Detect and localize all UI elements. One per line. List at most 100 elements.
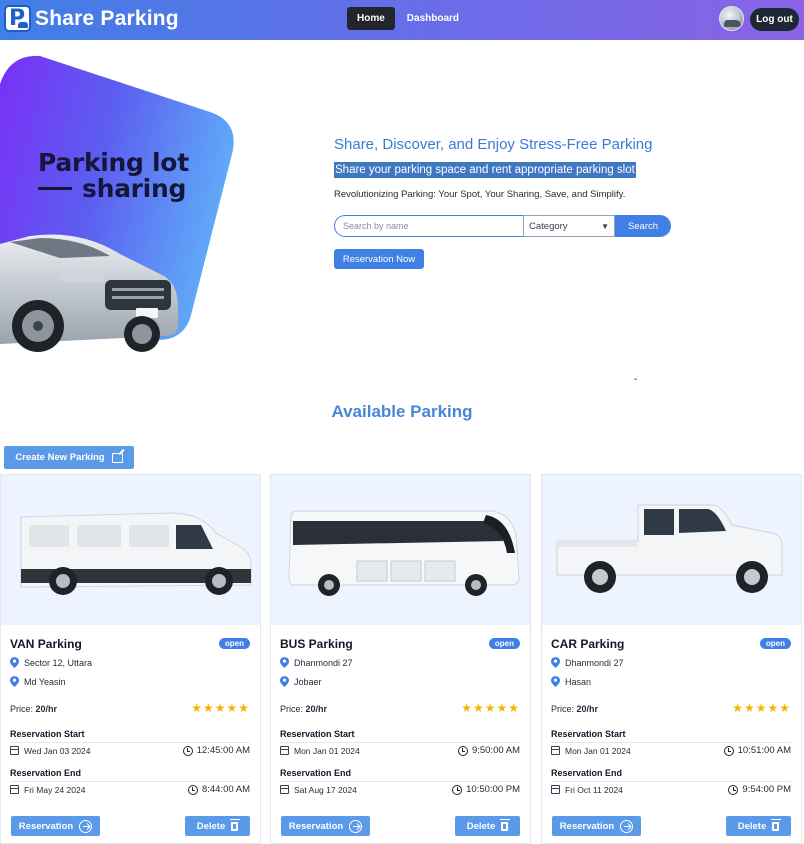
owner-line: Jobaer [280, 676, 322, 687]
divider [551, 742, 791, 743]
parking-title: VAN Parking [10, 637, 82, 651]
hero-graphic-subtitle-text: sharing [82, 174, 187, 203]
parking-card: BUS Parking open Dhanmondi 27 Jobaer Pri… [270, 474, 531, 844]
owner-line: Hasan [551, 676, 591, 687]
owner-line: Md Yeasin [10, 676, 66, 687]
reservation-start-row: Mon Jan 01 2024 10:51:00 AM [551, 745, 791, 756]
reservation-button[interactable]: Reservation [281, 816, 370, 836]
calendar-icon [280, 746, 289, 755]
delete-button[interactable]: Delete [455, 816, 520, 836]
chevron-down-icon: ▼ [601, 221, 609, 231]
clock-icon [187, 784, 198, 795]
category-select-value: Category [529, 220, 568, 232]
reservation-start-label: Reservation Start [551, 729, 626, 739]
star-rating: ★★★★★ [732, 701, 791, 715]
category-select[interactable]: Category ▼ [523, 215, 615, 237]
location-line: Dhanmondi 27 [551, 657, 624, 668]
reservation-button[interactable]: Reservation [11, 816, 100, 836]
status-badge: open [488, 638, 520, 649]
divider [10, 781, 250, 782]
trash-icon [499, 818, 510, 831]
hero-subtitle: Revolutionizing Parking: Your Spot, Your… [334, 189, 626, 200]
reservation-end-label: Reservation End [280, 768, 352, 778]
nav-link-home[interactable]: Home [347, 7, 395, 30]
clock-icon [182, 745, 193, 756]
user-avatar[interactable] [719, 6, 744, 31]
divider [280, 742, 520, 743]
hero-graphic-title: Parking lot [38, 148, 189, 177]
trash-icon [229, 818, 240, 831]
reservation-start-row: Mon Jan 01 2024 9:50:00 AM [280, 745, 520, 756]
trash-icon [770, 818, 781, 831]
reservation-button-label: Reservation [18, 820, 74, 832]
edit-icon [111, 452, 123, 463]
navbar: P Share Parking Home Dashboard Log out [0, 0, 804, 40]
end-date: Sat Aug 17 2024 [294, 784, 357, 795]
location-pin-icon [551, 676, 560, 687]
owner-text: Hasan [565, 676, 592, 687]
location-line: Dhanmondi 27 [280, 657, 353, 668]
search-button[interactable]: Search [615, 215, 671, 237]
reservation-now-button[interactable]: Reservation Now [334, 249, 424, 269]
divider [280, 781, 520, 782]
calendar-icon [10, 746, 19, 755]
clock-icon [452, 784, 463, 795]
delete-button[interactable]: Delete [185, 816, 250, 836]
van-image [1, 475, 260, 625]
owner-text: Jobaer [294, 676, 322, 687]
clock-icon [457, 745, 468, 756]
location-pin-icon [280, 676, 289, 687]
calendar-icon [551, 785, 560, 794]
start-date: Mon Jan 01 2024 [294, 745, 360, 756]
price-value: 20/hr [576, 704, 599, 714]
delete-button-label: Delete [466, 820, 496, 832]
price-line: Price: 20/hr [10, 704, 57, 714]
reservation-end-label: Reservation End [551, 768, 623, 778]
start-time: 12:45:00 AM [196, 745, 250, 756]
parking-card: VAN Parking open Sector 12, Uttara Md Ye… [0, 474, 261, 844]
status-badge: open [759, 638, 791, 649]
location-text: Dhanmondi 27 [294, 657, 353, 668]
search-input[interactable] [334, 215, 523, 237]
arrow-right-circle-icon [79, 819, 93, 833]
clock-icon [723, 745, 734, 756]
delete-button-label: Delete [737, 820, 767, 832]
location-pin-icon [10, 676, 19, 687]
calendar-icon [551, 746, 560, 755]
price-label: Price: [280, 704, 304, 714]
location-text: Sector 12, Uttara [24, 657, 93, 668]
stray-mark: - [634, 374, 638, 385]
brand[interactable]: P Share Parking [4, 5, 179, 32]
hero-heading: Share, Discover, and Enjoy Stress-Free P… [334, 136, 653, 153]
reservation-end-row: Fri May 24 2024 8:44:00 AM [10, 784, 250, 795]
location-line: Sector 12, Uttara [10, 657, 92, 668]
reservation-start-label: Reservation Start [280, 729, 355, 739]
pickup-truck-image [542, 475, 801, 625]
location-text: Dhanmondi 27 [565, 657, 624, 668]
status-badge: open [218, 638, 250, 649]
reservation-start-row: Wed Jan 03 2024 12:45:00 AM [10, 745, 250, 756]
end-date: Fri May 24 2024 [24, 784, 86, 795]
reservation-end-label: Reservation End [10, 768, 82, 778]
start-date: Mon Jan 01 2024 [565, 745, 631, 756]
create-new-parking-button[interactable]: Create New Parking [4, 446, 134, 469]
brand-name: Share Parking [35, 6, 179, 30]
create-new-parking-label: Create New Parking [15, 452, 105, 463]
section-title: Available Parking [331, 402, 473, 421]
star-rating: ★★★★★ [461, 701, 520, 715]
logout-button[interactable]: Log out [750, 8, 799, 31]
end-time: 8:44:00 AM [201, 784, 250, 795]
search-bar: Category ▼ Search [334, 215, 671, 237]
reservation-button[interactable]: Reservation [552, 816, 641, 836]
start-time: 10:51:00 AM [737, 745, 791, 756]
reservation-end-row: Sat Aug 17 2024 10:50:00 PM [280, 784, 520, 795]
parking-card: CAR Parking open Dhanmondi 27 Hasan Pric… [541, 474, 802, 844]
divider [551, 781, 791, 782]
star-rating: ★★★★★ [191, 701, 250, 715]
nav-link-dashboard[interactable]: Dashboard [397, 7, 469, 30]
divider [10, 742, 250, 743]
reservation-end-row: Fri Oct 11 2024 9:54:00 PM [551, 784, 791, 795]
reservation-start-label: Reservation Start [10, 729, 85, 739]
price-value: 20/hr [35, 704, 58, 714]
delete-button[interactable]: Delete [726, 816, 791, 836]
